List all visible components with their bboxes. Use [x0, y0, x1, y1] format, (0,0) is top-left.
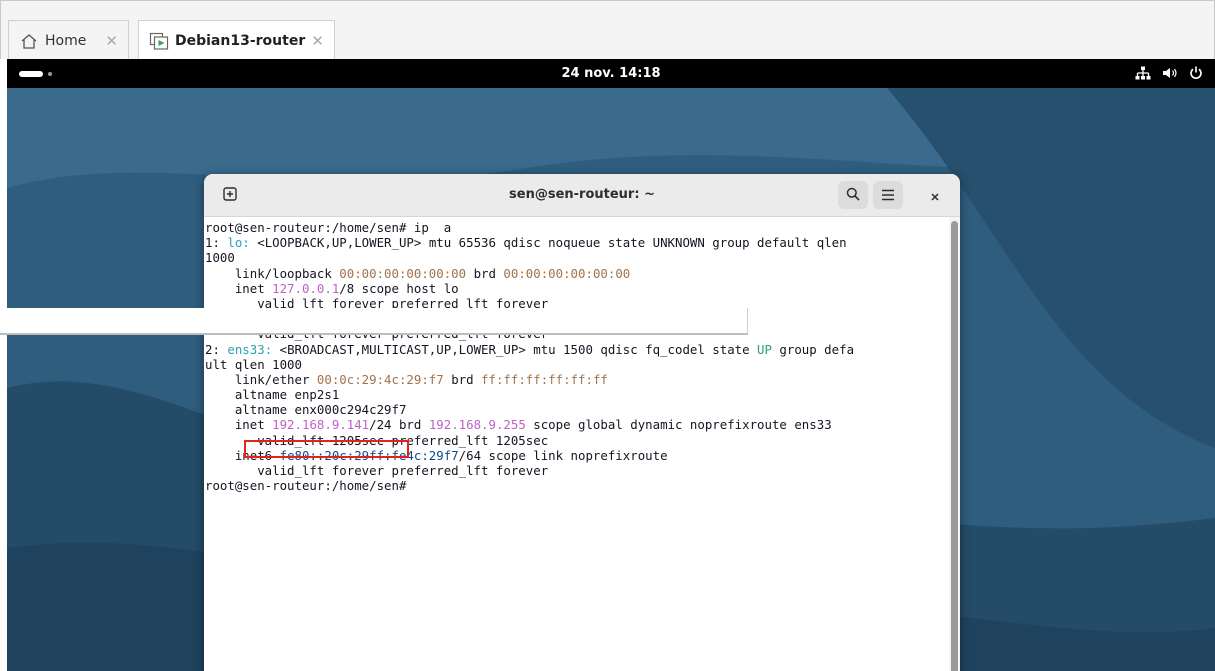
- terminal-segment: valid_lft forever preferred_lft forever: [205, 463, 549, 478]
- terminal-segment: 127.0.0.1: [272, 280, 340, 296]
- terminal-line: 2: ens33: <BROADCAST,MULTICAST,UP,LOWER_…: [205, 342, 949, 357]
- terminal-segment: /8 scope host lo: [339, 280, 459, 296]
- terminal-segment: group defa: [771, 341, 855, 357]
- clock[interactable]: 24 nov. 14:18: [7, 66, 1215, 81]
- vm-play-icon: [149, 32, 169, 50]
- search-button[interactable]: [838, 181, 868, 209]
- gnome-top-bar: 24 nov. 14:18: [7, 59, 1215, 88]
- terminal-line: link/loopback 00:00:00:00:00:00 brd 00:0…: [205, 266, 949, 281]
- terminal-segment: lo:: [227, 235, 250, 251]
- terminal-line: ult qlen 1000: [205, 357, 949, 372]
- terminal-segment: UP: [757, 341, 772, 357]
- terminal-segment: 1000: [205, 250, 235, 266]
- terminal-segment: 192.168.9.141: [272, 417, 370, 433]
- terminal-segment: ult qlen 1000: [205, 356, 302, 372]
- terminal-segment: inet: [205, 280, 273, 296]
- terminal-line: altname enp2s1: [205, 387, 949, 402]
- tab-debian13-router[interactable]: Debian13-router ✕: [138, 20, 335, 60]
- terminal-segment: link/loopback: [205, 265, 340, 281]
- close-window-button[interactable]: [923, 184, 947, 208]
- terminal-headerbar: sen@sen-routeur: ~: [204, 174, 960, 217]
- terminal-line: valid_lft forever preferred_lft forever: [205, 463, 949, 478]
- terminal-segment: 00:00:00:00:00:00: [339, 265, 467, 281]
- terminal-segment: 00:00:00:00:00:00: [503, 265, 631, 281]
- hamburger-menu-icon: [881, 186, 895, 205]
- terminal-segment: altname enp2s1: [205, 387, 340, 403]
- tab-home[interactable]: Home ✕: [8, 20, 129, 60]
- ip-highlight-box: [244, 440, 409, 458]
- vm-tab-strip: Home ✕ Debian13-router ✕: [0, 0, 1215, 60]
- close-icon[interactable]: ✕: [311, 32, 324, 50]
- overlay-panel: [0, 308, 748, 335]
- terminal-line: 1: lo: <LOOPBACK,UP,LOWER_UP> mtu 65536 …: [205, 235, 949, 250]
- terminal-line: root@sen-routeur:/home/sen#: [205, 478, 949, 493]
- tab-home-label: Home: [45, 32, 87, 49]
- terminal-line: 1000: [205, 250, 949, 265]
- terminal-segment: 1:: [205, 235, 228, 251]
- desktop: sen@sen-routeur: ~ root@sen-routeur:/hom…: [7, 88, 1215, 671]
- terminal-line: inet 127.0.0.1/8 scope host lo: [205, 281, 949, 296]
- terminal-scrollbar[interactable]: [949, 217, 960, 671]
- terminal-segment: brd: [466, 265, 504, 281]
- terminal-segment: scope global dynamic noprefixroute ens33: [525, 417, 832, 433]
- terminal-segment: <LOOPBACK,UP,LOWER_UP> mtu 65536 qdisc n…: [249, 235, 847, 251]
- terminal-segment: inet: [205, 417, 273, 433]
- terminal-segment: root@sen-routeur:/home/sen# ip a: [205, 220, 452, 235]
- terminal-segment: /24 brd: [369, 417, 429, 433]
- terminal-line: link/ether 00:0c:29:4c:29:f7 brd ff:ff:f…: [205, 372, 949, 387]
- network-wired-icon: [1135, 65, 1151, 84]
- terminal-segment: /64 scope link noprefixroute: [458, 447, 668, 463]
- terminal-line: root@sen-routeur:/home/sen# ip a: [205, 220, 949, 235]
- volume-icon: [1162, 65, 1178, 84]
- search-icon: [846, 186, 860, 205]
- close-icon[interactable]: ✕: [105, 32, 118, 50]
- terminal-line: inet 192.168.9.141/24 brd 192.168.9.255 …: [205, 417, 949, 432]
- tab-vm-label: Debian13-router: [175, 32, 306, 49]
- scrollbar-thumb[interactable]: [951, 221, 958, 671]
- terminal-segment: link/ether: [205, 371, 317, 387]
- terminal-segment: 192.168.9.255: [428, 417, 526, 433]
- terminal-segment: root@sen-routeur:/home/sen#: [205, 478, 414, 494]
- power-icon: [1189, 65, 1203, 84]
- menu-button[interactable]: [873, 181, 903, 209]
- terminal-segment: brd: [443, 371, 482, 387]
- close-icon: [930, 187, 940, 206]
- home-icon: [19, 32, 39, 50]
- terminal-segment: 2:: [205, 341, 228, 357]
- terminal-line: altname enx000c294c29f7: [205, 402, 949, 417]
- system-tray[interactable]: [1135, 65, 1203, 84]
- terminal-segment: altname enx000c294c29f7: [205, 402, 407, 418]
- terminal-segment: <BROADCAST,MULTICAST,UP,LOWER_UP> mtu 15…: [272, 341, 758, 357]
- terminal-window[interactable]: sen@sen-routeur: ~ root@sen-routeur:/hom…: [204, 174, 960, 671]
- terminal-segment: ens33:: [227, 341, 273, 357]
- terminal-segment: ff:ff:ff:ff:ff:ff: [481, 371, 608, 387]
- terminal-segment: 00:0c:29:4c:29:f7: [316, 371, 444, 387]
